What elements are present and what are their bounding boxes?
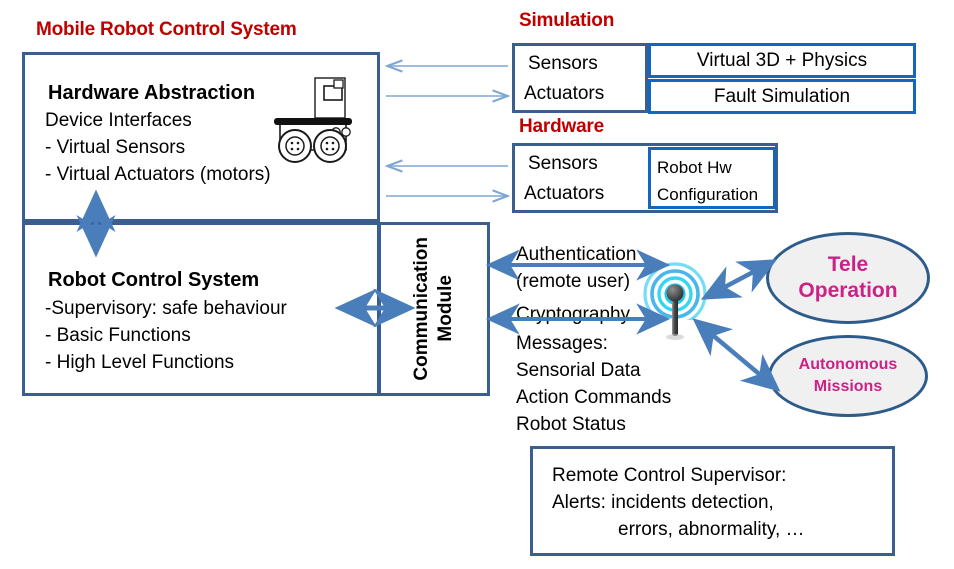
robot-hw-config-line-2: Configuration bbox=[657, 185, 759, 204]
simulation-sensors-label: Sensors bbox=[528, 53, 598, 74]
communication-module-label: Communication Module bbox=[410, 237, 458, 381]
fault-simulation-label: Fault Simulation bbox=[713, 86, 851, 107]
supervisor-line-3: errors, abnormality, … bbox=[618, 519, 805, 540]
simulation-actuators-label: Actuators bbox=[524, 83, 605, 104]
cryptography-label: Cryptography bbox=[516, 304, 631, 325]
hardware-abstraction-line-3: - Virtual Actuators (motors) bbox=[45, 164, 271, 185]
virtual-3d-physics-label: Virtual 3D + Physics bbox=[696, 50, 868, 71]
robot-control-system-title: Robot Control System bbox=[48, 269, 260, 291]
robot-control-system-line-2: - Basic Functions bbox=[45, 325, 191, 346]
remote-control-supervisor-box: Remote Control Supervisor: Alerts: incid… bbox=[530, 446, 895, 556]
robot-control-system-line-1: -Supervisory: safe behaviour bbox=[45, 298, 287, 319]
mobile-robot-icon bbox=[262, 72, 362, 172]
message-action-commands: Action Commands bbox=[516, 387, 672, 408]
communication-module-label-line2: Module bbox=[435, 275, 456, 343]
fault-simulation-box: Fault Simulation bbox=[648, 79, 916, 114]
heading-mobile-robot-control-system: Mobile Robot Control System bbox=[36, 19, 297, 40]
virtual-3d-physics-box: Virtual 3D + Physics bbox=[648, 43, 916, 78]
heading-hardware: Hardware bbox=[519, 116, 604, 137]
robot-hw-configuration-box: Robot Hw Configuration bbox=[648, 147, 776, 209]
authentication-label-line-2: (remote user) bbox=[516, 271, 631, 292]
wireless-antenna-icon bbox=[637, 258, 713, 344]
autonomous-missions-label-line-1: Autonomous bbox=[798, 356, 898, 373]
arrow-antenna-teleoperation bbox=[700, 259, 778, 300]
authentication-label-line-1: Authentication bbox=[516, 244, 637, 265]
communication-module-box: Communication Module bbox=[378, 222, 490, 396]
robot-control-system-line-3: - High Level Functions bbox=[45, 352, 235, 373]
hardware-actuators-label: Actuators bbox=[524, 183, 605, 204]
hardware-abstraction-line-2: - Virtual Sensors bbox=[45, 137, 186, 158]
messages-label: Messages: bbox=[516, 333, 608, 354]
heading-simulation: Simulation bbox=[519, 10, 615, 31]
robot-hw-config-line-1: Robot Hw bbox=[657, 158, 732, 177]
hardware-sensors-label: Sensors bbox=[528, 153, 598, 174]
hardware-abstraction-line-1: Device Interfaces bbox=[45, 110, 192, 131]
supervisor-line-2: Alerts: incidents detection, bbox=[552, 492, 774, 513]
autonomous-missions-ellipse[interactable]: Autonomous Missions bbox=[768, 335, 928, 417]
supervisor-line-1: Remote Control Supervisor: bbox=[552, 465, 787, 486]
tele-operation-label-line-1: Tele bbox=[827, 253, 869, 276]
communication-module-label-line1: Communication bbox=[411, 237, 432, 381]
diagram-canvas: Mobile Robot Control System Simulation H… bbox=[0, 0, 954, 569]
message-robot-status: Robot Status bbox=[516, 414, 626, 435]
autonomous-missions-label-line-2: Missions bbox=[813, 378, 883, 395]
message-sensorial-data: Sensorial Data bbox=[516, 360, 641, 381]
tele-operation-label-line-2: Operation bbox=[798, 279, 898, 302]
hardware-abstraction-title: Hardware Abstraction bbox=[48, 82, 256, 104]
tele-operation-ellipse[interactable]: Tele Operation bbox=[766, 232, 930, 324]
